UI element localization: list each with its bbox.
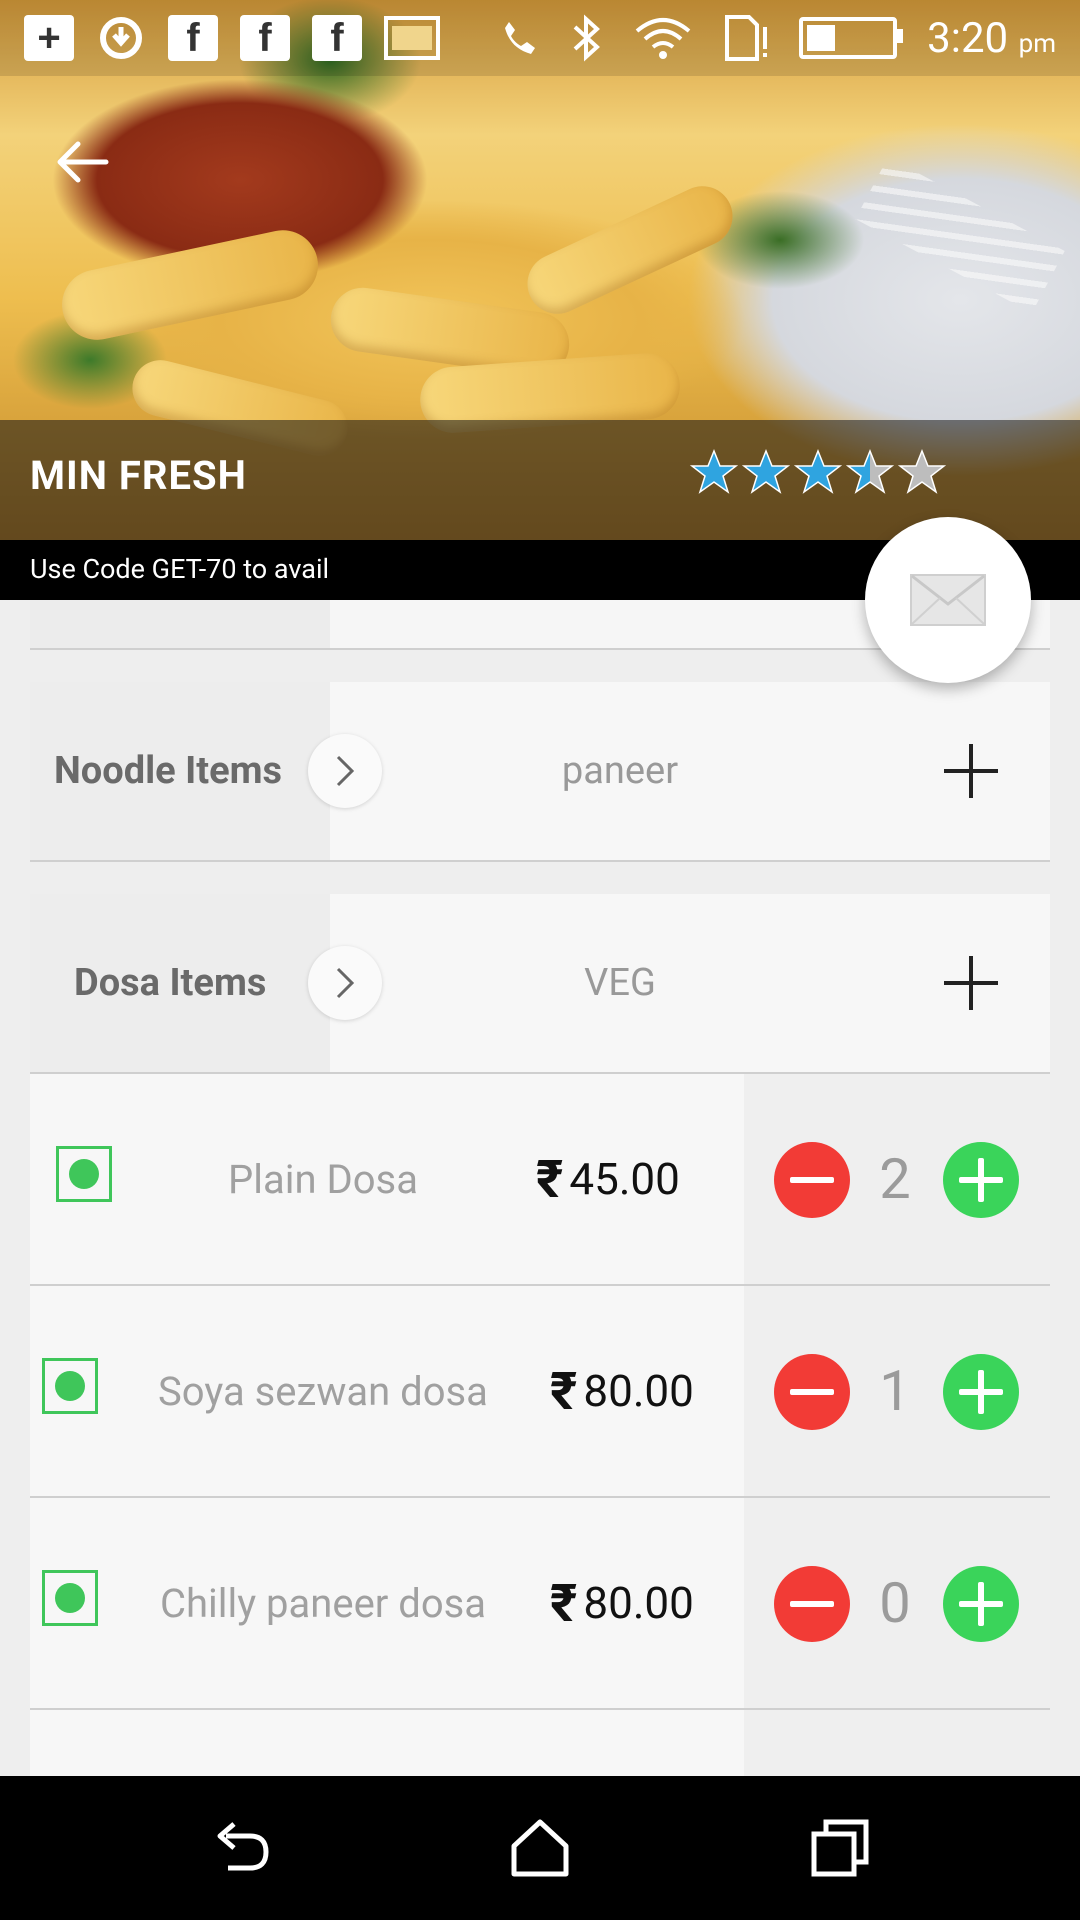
item-price: ₹80.00 — [550, 1360, 694, 1422]
expand-category-button[interactable] — [308, 734, 382, 808]
category-tag: paneer — [561, 749, 679, 793]
sync-icon — [100, 17, 142, 59]
star-full-icon — [742, 448, 790, 494]
clock: 3:20 pm — [927, 13, 1056, 63]
wifi-icon — [635, 18, 691, 59]
menu-item-row: Soya sezwan dosa ₹80.00 1 — [30, 1286, 1050, 1498]
facebook-icon: f — [240, 15, 290, 61]
star-full-icon — [794, 448, 842, 494]
chevron-right-icon — [336, 755, 355, 787]
expand-category-button[interactable] — [308, 946, 382, 1020]
increase-qty-button[interactable] — [943, 1566, 1019, 1642]
promo-text: Use Code GET-70 to avail — [30, 553, 330, 585]
category-card-noodle[interactable]: Noodle Items paneer — [30, 682, 1050, 862]
menu-item-row: Plain Dosa ₹45.00 2 — [30, 1074, 1050, 1286]
category-tag: VEG — [584, 961, 656, 1005]
decrease-qty-button[interactable] — [774, 1142, 850, 1218]
chevron-right-icon — [336, 967, 355, 999]
category-name: Dosa Items — [74, 961, 267, 1005]
restaurant-name: MIN FRESH — [30, 452, 247, 499]
add-notification-icon: + — [24, 15, 74, 61]
recents-icon[interactable] — [804, 1812, 876, 1884]
facebook-icon: f — [168, 15, 218, 61]
add-category-button[interactable] — [940, 740, 1002, 802]
pasta-decor — [55, 223, 325, 347]
sim-alert-icon — [725, 15, 768, 61]
back-arrow-icon[interactable] — [52, 132, 112, 192]
back-icon[interactable] — [204, 1812, 276, 1884]
item-price: ₹45.00 — [536, 1148, 680, 1210]
image-icon — [384, 16, 440, 60]
battery-icon — [799, 17, 904, 59]
category-name: Noodle Items — [54, 749, 283, 793]
decrease-qty-button[interactable] — [774, 1354, 850, 1430]
star-half-icon — [846, 448, 894, 494]
message-button[interactable] — [865, 517, 1031, 683]
increase-qty-button[interactable] — [943, 1354, 1019, 1430]
phone-muted-icon — [505, 22, 536, 54]
star-empty-icon — [898, 448, 946, 494]
item-name: Chilly paneer dosa — [159, 1579, 487, 1627]
facebook-icon: f — [312, 15, 362, 61]
home-icon[interactable] — [504, 1812, 576, 1884]
item-quantity: 0 — [879, 1570, 911, 1636]
status-bar: + f f f 3:20 pm — [0, 0, 1080, 76]
item-quantity: 2 — [879, 1146, 911, 1212]
rating-stars — [690, 448, 946, 496]
star-full-icon — [690, 448, 738, 494]
item-price: ₹80.00 — [550, 1572, 694, 1634]
item-name: Soya sezwan dosa — [158, 1367, 488, 1415]
system-nav-bar — [0, 1776, 1080, 1920]
item-quantity: 1 — [879, 1358, 911, 1424]
pasta-decor — [517, 176, 743, 324]
category-card-dosa[interactable]: Dosa Items VEG — [30, 894, 1050, 1074]
menu-item-row: Chilly paneer dosa ₹80.00 0 — [30, 1498, 1050, 1710]
fork-decor — [855, 157, 1065, 313]
mail-icon — [910, 574, 986, 626]
bluetooth-icon — [573, 14, 601, 62]
menu-item-row-partial — [30, 1710, 1050, 1776]
increase-qty-button[interactable] — [943, 1142, 1019, 1218]
item-name: Plain Dosa — [228, 1155, 418, 1203]
decrease-qty-button[interactable] — [774, 1566, 850, 1642]
add-category-button[interactable] — [940, 952, 1002, 1014]
